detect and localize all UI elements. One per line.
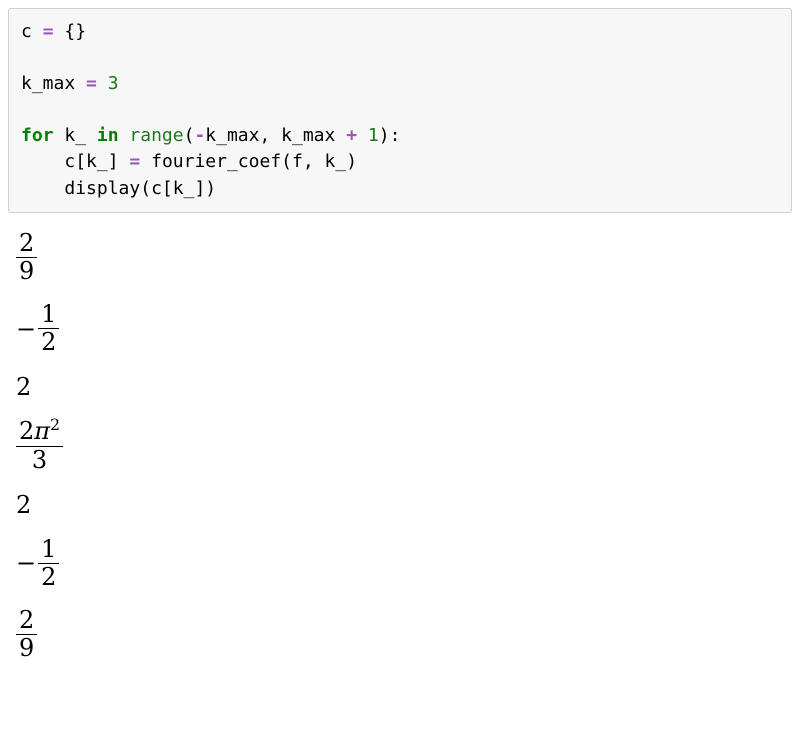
output-6: − 1 2 <box>16 537 792 590</box>
code-line-5: display(c[k_]) <box>21 178 216 199</box>
code-line-2: k_max = 3 <box>21 73 119 94</box>
output-3: 2 <box>16 373 792 401</box>
pi-symbol: π <box>34 417 50 445</box>
output-7: 2 9 <box>16 608 792 661</box>
code-line-4: c[k_] = fourier_coef(f, k_) <box>21 151 357 172</box>
code-line-3: for k_ in range(-k_max, k_max + 1): <box>21 125 400 146</box>
fraction: 2 9 <box>16 608 37 661</box>
fraction: 1 2 <box>38 302 59 355</box>
minus-sign: − <box>16 315 36 343</box>
output-4: 2π2 3 <box>16 419 792 472</box>
fraction: 2π2 3 <box>16 419 63 472</box>
fraction: 1 2 <box>38 537 59 590</box>
notebook-page: c = {} k_max = 3 for k_ in range(-k_max,… <box>0 0 800 688</box>
fraction: 2 9 <box>16 231 37 284</box>
output-1: 2 9 <box>16 231 792 284</box>
code-cell: c = {} k_max = 3 for k_ in range(-k_max,… <box>8 8 792 213</box>
code-line-1: c = {} <box>21 21 86 42</box>
output-area: 2 9 − 1 2 2 2π2 3 2 − 1 2 <box>8 231 792 662</box>
output-2: − 1 2 <box>16 302 792 355</box>
minus-sign: − <box>16 549 36 577</box>
output-5: 2 <box>16 491 792 519</box>
exponent: 2 <box>50 416 60 434</box>
